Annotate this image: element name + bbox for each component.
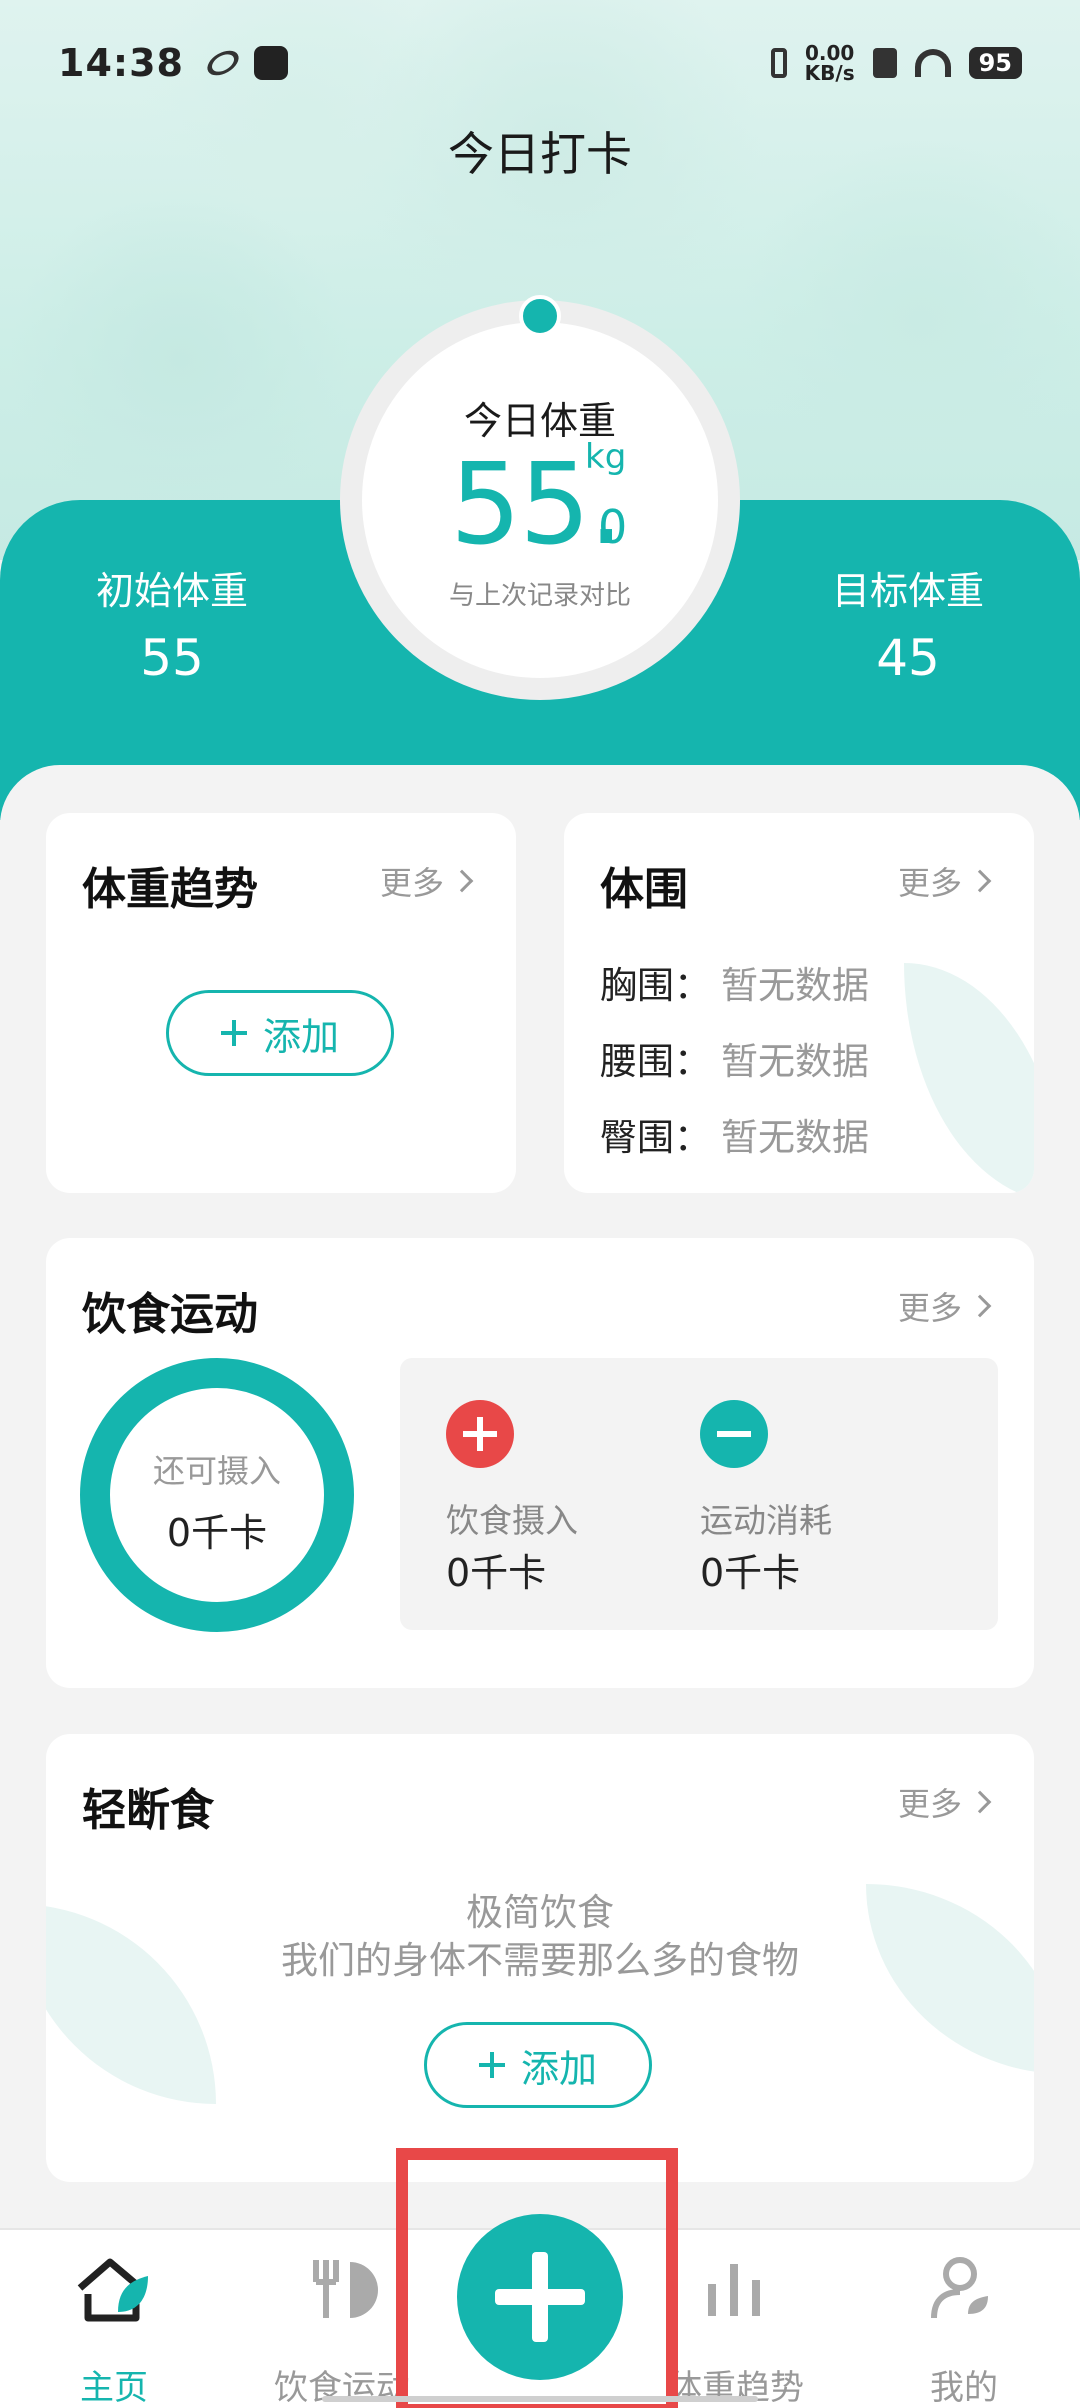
app-notification-icon	[203, 45, 243, 81]
page-title: 今日打卡	[448, 127, 632, 181]
net-speed: 0.00 KB/s	[804, 41, 855, 85]
plus-icon	[220, 1020, 247, 1046]
body-girth-more-link[interactable]: 更多	[898, 858, 992, 904]
body-girth-card: 体围 更多 胸围： 暂无数据 腰围： 暂无数据 臀围： 暂无数据	[564, 813, 1034, 1193]
weight-trend-card: 体重趋势 更多 添加	[46, 813, 516, 1193]
leaf-decoration	[904, 963, 1034, 1193]
fasting-line-2: 我们的身体不需要那么多的食物	[281, 1939, 799, 1982]
intake-value: 0千卡	[446, 1551, 547, 1595]
fork-knife-icon	[313, 2260, 378, 2318]
burn-value: 0千卡	[700, 1551, 801, 1595]
compare-label: 与上次记录对比	[448, 581, 631, 611]
hip-row: 臀围： 暂无数据	[600, 1116, 869, 1159]
diet-exercise-title: 饮食运动	[82, 1289, 258, 1340]
weight-unit: kg	[585, 437, 627, 477]
status-bar: 14:38 0.00 KB/s 95	[0, 0, 1080, 126]
add-fasting-button[interactable]: 添加	[424, 2022, 652, 2108]
chest-row: 胸围： 暂无数据	[600, 964, 869, 1007]
add-intake-icon[interactable]	[446, 1400, 514, 1468]
profile-icon	[931, 2257, 988, 2319]
chevron-right-icon	[968, 1790, 992, 1814]
calorie-panel: 饮食摄入 0千卡 运动消耗 0千卡	[400, 1358, 998, 1630]
chevron-right-icon	[450, 869, 474, 893]
body-girth-title: 体围	[600, 864, 688, 915]
remaining-calories-ring: 还可摄入 0千卡	[80, 1358, 354, 1632]
wifi-icon	[914, 49, 951, 77]
add-exercise-icon[interactable]	[700, 1400, 768, 1468]
sim-icon	[872, 48, 897, 78]
chevron-right-icon	[968, 1294, 992, 1318]
today-weight-label: 今日体重	[463, 399, 616, 443]
bar-chart-icon	[708, 2264, 760, 2316]
burn-label: 运动消耗	[700, 1501, 832, 1540]
chevron-right-icon	[968, 869, 992, 893]
battery-icon: 95	[968, 47, 1022, 79]
weight-trend-more-link[interactable]: 更多	[380, 858, 474, 904]
home-icon	[77, 2258, 148, 2322]
intake-label: 饮食摄入	[446, 1501, 578, 1540]
fasting-more-link[interactable]: 更多	[898, 1779, 992, 1825]
ring-progress-dot	[519, 295, 561, 337]
add-weight-button[interactable]: 添加	[166, 990, 394, 1076]
weight-trend-title: 体重趋势	[82, 864, 258, 915]
vibrate-icon	[770, 48, 787, 78]
waist-row: 腰围： 暂无数据	[600, 1040, 869, 1083]
tiktok-icon	[253, 46, 288, 80]
fasting-line-1: 极简饮食	[466, 1891, 614, 1934]
status-time: 14:38	[58, 41, 184, 85]
diet-exercise-more-link[interactable]: 更多	[898, 1283, 992, 1329]
today-weight-decimal: 0	[598, 500, 628, 554]
highlight-box	[396, 2148, 678, 2408]
fasting-title: 轻断食	[82, 1785, 214, 1836]
plus-icon	[478, 2052, 505, 2078]
home-indicator	[322, 2396, 758, 2402]
